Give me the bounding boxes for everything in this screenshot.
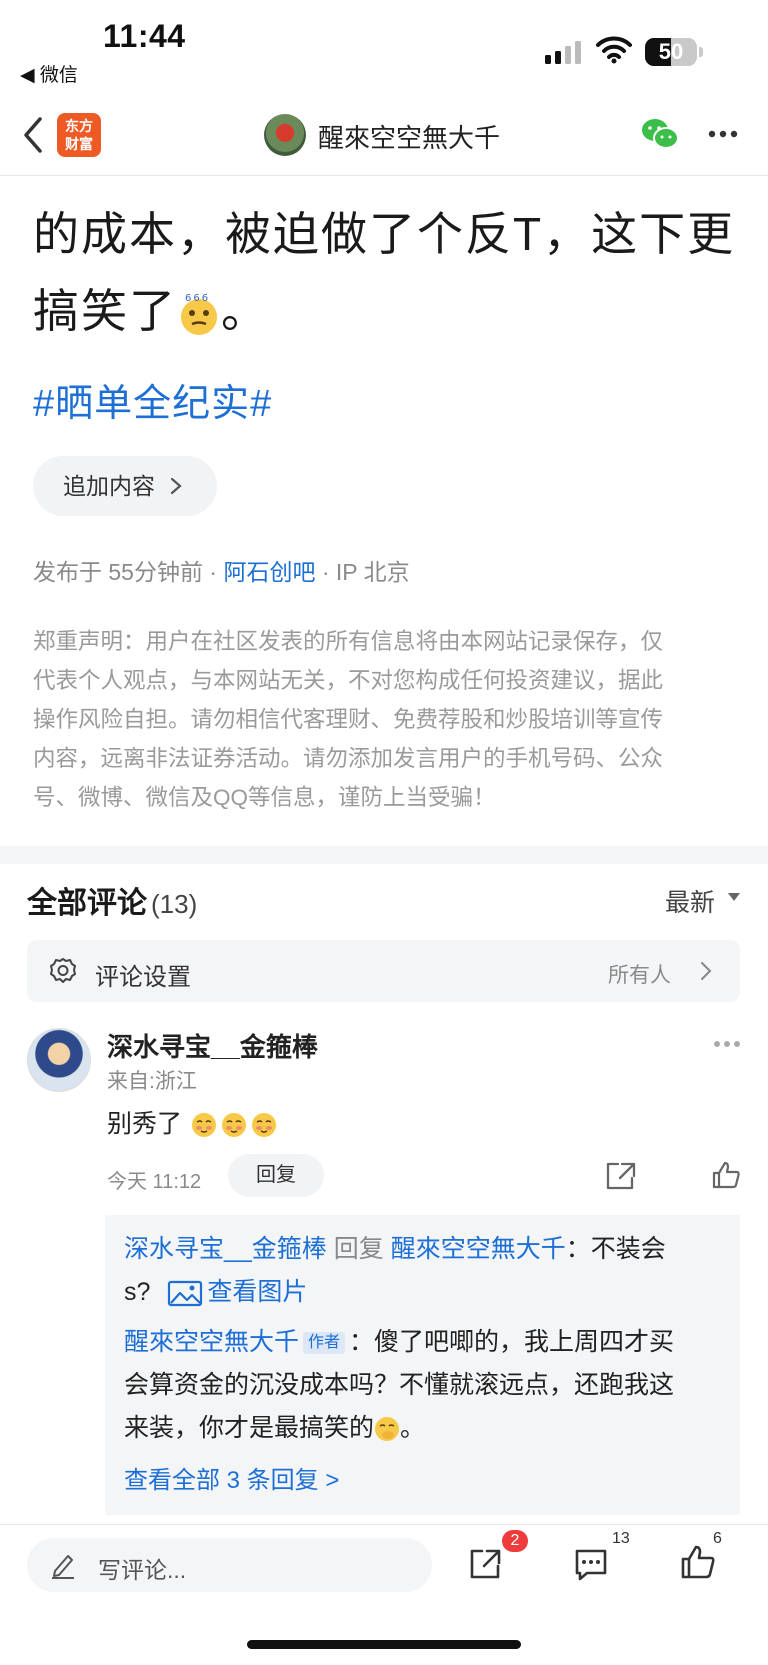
meta-separator: · — [321, 559, 330, 585]
post-text: 搞笑了 — [33, 285, 177, 337]
disclaimer-line: 号、微博、微信及QQ等信息，谨防上当受骗！ — [33, 785, 496, 810]
battery-percent: 50 — [658, 39, 684, 64]
comments-title: 全部评论 — [27, 887, 147, 920]
comment-input-placeholder[interactable]: 写评论... — [98, 1551, 186, 1585]
reply-text-end: 。 — [400, 1414, 426, 1442]
comment-body: 别秀了 — [107, 1110, 183, 1138]
reply-button[interactable]: 回复 — [228, 1154, 324, 1197]
comment-text: 别秀了 — [107, 1104, 277, 1140]
status-time: 11:44 — [103, 18, 186, 54]
append-content-label: 追加内容 — [63, 473, 155, 499]
view-image-link[interactable]: 查看图片 — [207, 1278, 307, 1306]
post-meta: 发布于 55分钟前 · 阿石创吧 · IP 北京 — [33, 553, 410, 587]
thumbs-up-icon[interactable] — [711, 1160, 741, 1190]
disclaimer-line: 内容，远离非法证券活动。请勿添加发言用户的手机号码、公众 — [33, 746, 664, 771]
comment-settings-label[interactable]: 评论设置 — [95, 957, 191, 992]
thumbs-up-icon[interactable] — [680, 1544, 716, 1580]
like-count: 6 — [713, 1530, 722, 1547]
comment-icon[interactable] — [573, 1546, 609, 1582]
disclaimer-line: 操作风险自担。请勿相信代客理财、免费荐股和炒股培训等宣传 — [33, 707, 664, 732]
section-divider — [0, 846, 768, 864]
gear-icon — [50, 958, 76, 983]
svg-text:666: 666 — [185, 293, 210, 304]
disclaimer-line: 代表个人观点，与本网站无关，不对您构成任何投资建议，据此 — [33, 668, 664, 693]
thinking-emoji-icon: 666 — [181, 293, 217, 335]
post-time: 发布于 55分钟前 — [33, 559, 203, 585]
comment-settings-value[interactable]: 所有人 — [608, 959, 671, 989]
image-icon[interactable] — [167, 1279, 203, 1307]
forum-link[interactable]: 阿石创吧 — [223, 559, 315, 585]
disclaimer: 郑重声明：用户在社区发表的所有信息将由本网站记录保存，仅 代表个人观点，与本网站… — [33, 622, 733, 817]
wechat-icon[interactable] — [641, 118, 679, 150]
author-name-title[interactable]: 醒來空空無大千 — [318, 118, 500, 155]
reply-target[interactable]: 醒來空空無大千 — [391, 1235, 566, 1263]
covering-mouth-emoji-icon — [375, 1417, 400, 1442]
reply-text: 来装，你才是最搞笑的 — [124, 1414, 375, 1442]
reply-text: s? — [124, 1278, 151, 1306]
hashtag-link[interactable]: #晒单全纪实# — [33, 372, 272, 427]
share-icon[interactable] — [604, 1160, 638, 1192]
commenter-name[interactable]: 深水寻宝__金箍棒 — [107, 1027, 318, 1064]
reply-item[interactable]: 深水寻宝__金箍棒 回复 醒來空空無大千：不装会 — [124, 1228, 714, 1271]
view-all-replies-link[interactable]: 查看全部 3 条回复 > — [124, 1460, 339, 1495]
comment-count: 13 — [612, 1530, 630, 1547]
nav-divider — [0, 175, 768, 176]
commenter-location: 来自:浙江 — [107, 1070, 197, 1093]
share-icon[interactable] — [467, 1546, 503, 1582]
comments-count: (13) — [151, 889, 198, 919]
reply-user[interactable]: 深水寻宝__金箍棒 — [124, 1235, 327, 1263]
home-indicator — [247, 1640, 521, 1649]
post-text-line: 的成本，被迫做了个反T，这下更 — [33, 208, 736, 260]
blushing-emoji-icon — [191, 1113, 276, 1138]
author-avatar[interactable] — [264, 114, 306, 156]
back-arrow-icon[interactable] — [22, 116, 44, 154]
comment-more-icon[interactable] — [713, 1040, 741, 1048]
pen-icon — [52, 1555, 74, 1579]
commenter-avatar[interactable] — [27, 1028, 91, 1092]
disclaimer-line: 郑重声明：用户在社区发表的所有信息将由本网站记录保存，仅 — [33, 629, 664, 654]
eastmoney-logo[interactable]: 东方 财富 — [57, 113, 101, 157]
reply-verb: 回复 — [333, 1235, 384, 1263]
comment-time: 今天 11:12 — [107, 1171, 202, 1193]
append-content-button[interactable]: 追加内容 — [33, 456, 217, 516]
battery-cap — [699, 47, 703, 57]
sort-dropdown[interactable]: 最新 — [665, 883, 715, 919]
reply-item-cont: s? 查看图片 — [124, 1271, 714, 1314]
bottom-divider — [0, 1524, 768, 1525]
battery-indicator: 50 — [645, 38, 697, 66]
reply-text-line: 会算资金的沉没成本吗？不懂就滚远点，还跑我这 — [124, 1371, 675, 1399]
post-text-end: 。 — [221, 285, 269, 337]
post-ip: IP 北京 — [335, 559, 410, 585]
meta-separator: · — [209, 559, 218, 585]
caret-down-icon[interactable] — [728, 893, 740, 901]
chevron-right-icon[interactable] — [700, 961, 712, 981]
post-text-line: 搞笑了 666 。 — [33, 275, 269, 341]
cellular-signal-icon — [545, 41, 581, 64]
chevron-right-icon — [170, 477, 182, 495]
share-count-badge: 2 — [502, 1530, 528, 1552]
comment-input[interactable] — [27, 1538, 432, 1592]
reply-user[interactable]: 醒來空空無大千 — [124, 1328, 299, 1356]
logo-text-bottom: 财富 — [65, 136, 93, 152]
reply-text-line: 来装，你才是最搞笑的 。 — [124, 1407, 714, 1450]
reply-item[interactable]: 醒來空空無大千 作者 ：傻了吧唧的，我上周四才买 — [124, 1321, 714, 1364]
wifi-icon — [596, 36, 632, 64]
comments-heading: 全部评论 (13) — [27, 878, 197, 922]
reply-text: ：傻了吧唧的，我上周四才买 — [349, 1328, 675, 1356]
reply-text: ：不装会 — [565, 1235, 666, 1263]
back-to-app-link[interactable]: ◀ 微信 — [20, 60, 78, 87]
more-options-icon[interactable] — [708, 130, 738, 138]
author-badge: 作者 — [303, 1332, 346, 1355]
logo-text-top: 东方 — [65, 118, 93, 134]
